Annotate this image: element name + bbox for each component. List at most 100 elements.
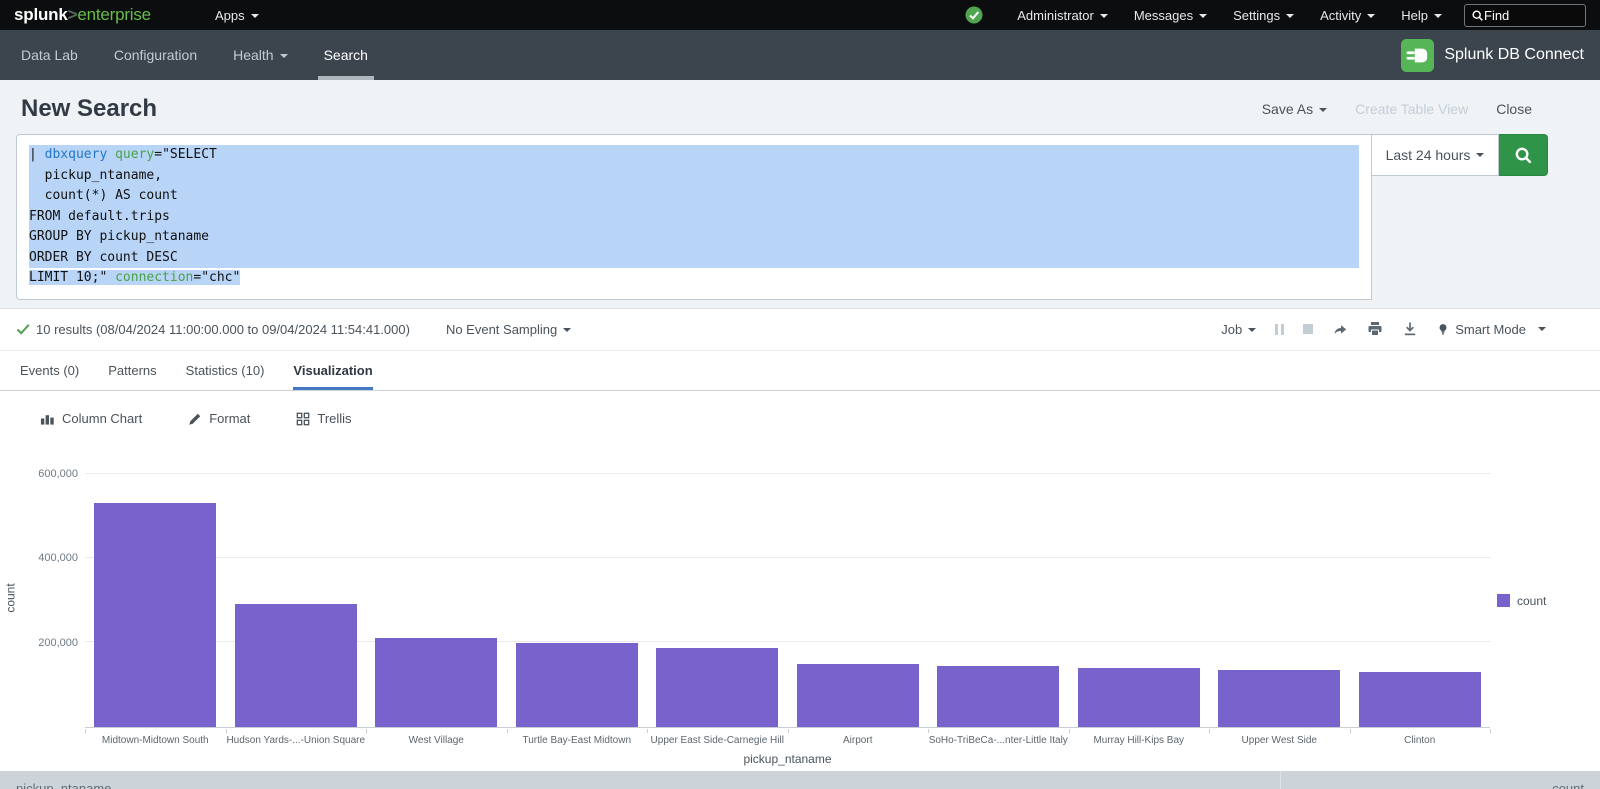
tab-visualization[interactable]: Visualization xyxy=(293,351,372,390)
find-input[interactable] xyxy=(1484,8,1574,23)
format-label: Format xyxy=(209,411,250,426)
tab-events[interactable]: Events (0) xyxy=(20,351,79,390)
bar-slot xyxy=(85,474,226,727)
search-mode-menu[interactable]: Smart Mode xyxy=(1437,322,1546,337)
chart-legend[interactable]: count xyxy=(1497,594,1546,608)
bar-slot xyxy=(507,474,648,727)
search-query-input[interactable]: | dbxquery query="SELECT pickup_ntaname,… xyxy=(16,134,1372,300)
splunk-logo[interactable]: splunk>enterprise xyxy=(14,5,151,25)
messages-menu[interactable]: Messages xyxy=(1134,8,1207,23)
page-header: New Search Save As Create Table View Clo… xyxy=(0,80,1600,132)
column-bar[interactable] xyxy=(937,666,1059,726)
search-section: New Search Save As Create Table View Clo… xyxy=(0,80,1600,309)
chart-categories: Midtown-Midtown SouthHudson Yards-...-Un… xyxy=(85,731,1490,746)
format-button[interactable]: Format xyxy=(188,411,250,426)
column-chart: count 200,000400,000600,000 Midtown-Midt… xyxy=(0,441,1600,771)
column-bar[interactable] xyxy=(235,604,357,726)
tab-statistics[interactable]: Statistics (10) xyxy=(186,351,265,390)
x-category-label: West Village xyxy=(366,731,507,746)
check-icon xyxy=(16,322,30,336)
results-status-text: 10 results (08/04/2024 11:00:00.000 to 0… xyxy=(36,322,410,337)
nav-item-health[interactable]: Health xyxy=(233,30,287,80)
share-icon[interactable] xyxy=(1332,321,1348,337)
x-category-label: Murray Hill-Kips Bay xyxy=(1069,731,1210,746)
chevron-down-icon xyxy=(1199,14,1207,18)
apps-menu-label: Apps xyxy=(215,8,245,23)
query-line: count(*) AS count xyxy=(29,186,1359,207)
activity-menu[interactable]: Activity xyxy=(1320,8,1375,23)
chart-yaxis: 200,000400,000600,000 xyxy=(0,474,78,728)
query-line: | dbxquery query="SELECT xyxy=(29,145,1359,166)
column-bar[interactable] xyxy=(1218,670,1340,727)
query-line: pickup_ntaname, xyxy=(29,166,1359,187)
print-icon[interactable] xyxy=(1367,321,1383,337)
apps-menu[interactable]: Apps xyxy=(215,8,259,23)
chevron-down-icon xyxy=(1248,328,1256,332)
health-check-circle-icon[interactable] xyxy=(965,6,983,24)
bar-slot xyxy=(226,474,367,727)
x-category-label: Hudson Yards-...-Union Square xyxy=(226,731,367,746)
top-bar: splunk>enterprise Apps Administrator Mes… xyxy=(0,0,1600,30)
column-bar[interactable] xyxy=(797,664,919,726)
search-icon xyxy=(1514,146,1533,165)
job-controls: Job Smart Mode xyxy=(1221,321,1546,337)
x-category-label: Midtown-Midtown South xyxy=(85,731,226,746)
export-download-icon[interactable] xyxy=(1402,321,1418,337)
administrator-menu-label: Administrator xyxy=(1017,8,1094,23)
find-search-box[interactable] xyxy=(1464,4,1586,27)
pause-icon[interactable] xyxy=(1275,324,1284,335)
event-sampling-menu[interactable]: No Event Sampling xyxy=(446,322,571,337)
close-button[interactable]: Close xyxy=(1496,101,1532,117)
bar-slot xyxy=(647,474,788,727)
search-bar: | dbxquery query="SELECT pickup_ntaname,… xyxy=(16,134,1548,300)
table-column-count[interactable]: count xyxy=(1280,771,1600,789)
trellis-icon xyxy=(296,412,310,426)
nav-item-search[interactable]: Search xyxy=(324,30,368,80)
stop-icon[interactable] xyxy=(1303,324,1313,334)
chart-bars xyxy=(85,474,1490,727)
legend-swatch xyxy=(1497,594,1510,607)
chart-plot xyxy=(85,474,1490,728)
settings-menu[interactable]: Settings xyxy=(1233,8,1294,23)
save-as-button[interactable]: Save As xyxy=(1262,101,1327,117)
column-bar[interactable] xyxy=(94,503,216,726)
app-nav-bar: Data Lab Configuration Health Search Spl… xyxy=(0,30,1600,80)
header-actions: Save As Create Table View Close xyxy=(1262,101,1532,117)
column-bar[interactable] xyxy=(656,648,778,726)
job-menu-label: Job xyxy=(1221,322,1242,337)
nav-item-data-lab[interactable]: Data Lab xyxy=(21,30,78,80)
time-range-picker[interactable]: Last 24 hours xyxy=(1371,134,1499,176)
column-bar[interactable] xyxy=(1359,672,1481,726)
column-bar[interactable] xyxy=(375,638,497,726)
app-identity[interactable]: Splunk DB Connect xyxy=(1401,39,1584,72)
job-menu[interactable]: Job xyxy=(1221,322,1256,337)
search-submit-button[interactable] xyxy=(1499,134,1548,176)
results-status: 10 results (08/04/2024 11:00:00.000 to 0… xyxy=(16,322,410,337)
trellis-button[interactable]: Trellis xyxy=(296,411,351,426)
table-column-pickup-ntaname[interactable]: pickup_ntaname xyxy=(0,771,1280,789)
chevron-down-icon xyxy=(1367,14,1375,18)
query-line: GROUP BY pickup_ntaname xyxy=(29,227,1359,248)
results-bar: 10 results (08/04/2024 11:00:00.000 to 0… xyxy=(0,309,1600,351)
y-tick-label: 200,000 xyxy=(38,637,78,649)
statistics-table-header: pickup_ntaname count xyxy=(0,771,1600,789)
nav-item-configuration[interactable]: Configuration xyxy=(114,30,197,80)
column-chart-icon xyxy=(40,411,55,426)
administrator-menu[interactable]: Administrator xyxy=(1017,8,1108,23)
trellis-label: Trellis xyxy=(317,411,351,426)
column-bar[interactable] xyxy=(516,643,638,726)
event-sampling-label: No Event Sampling xyxy=(446,322,557,337)
chart-type-picker[interactable]: Column Chart xyxy=(40,411,142,426)
tab-patterns[interactable]: Patterns xyxy=(108,351,156,390)
logo-product: enterprise xyxy=(77,5,151,24)
bar-slot xyxy=(1350,474,1491,727)
bar-slot xyxy=(1209,474,1350,727)
save-as-label: Save As xyxy=(1262,101,1313,117)
logo-brand: splunk xyxy=(14,5,68,24)
time-range-label: Last 24 hours xyxy=(1386,147,1471,163)
legend-label: count xyxy=(1517,594,1546,608)
x-category-label: Upper West Side xyxy=(1209,731,1350,746)
help-menu[interactable]: Help xyxy=(1401,8,1442,23)
column-bar[interactable] xyxy=(1078,668,1200,726)
nav-item-label: Health xyxy=(233,47,273,63)
